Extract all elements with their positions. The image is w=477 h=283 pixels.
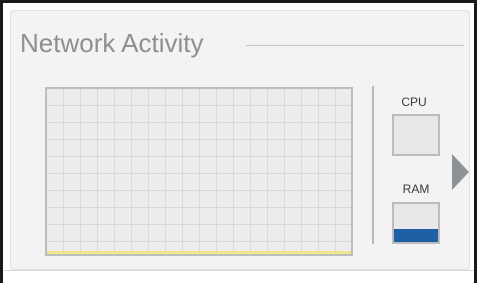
title-rule xyxy=(246,45,464,46)
panel-bottom-divider xyxy=(3,270,474,271)
panel-title: Network Activity xyxy=(20,28,204,58)
ram-meter-fill xyxy=(394,228,438,242)
ram-meter xyxy=(392,202,440,244)
vertical-divider xyxy=(372,86,374,244)
chevron-right-icon[interactable] xyxy=(452,154,469,190)
graph-baseline xyxy=(47,251,351,254)
cpu-meter xyxy=(392,114,440,156)
cpu-label: CPU xyxy=(401,95,427,109)
ram-label: RAM xyxy=(402,182,430,196)
network-activity-graph xyxy=(45,87,353,256)
